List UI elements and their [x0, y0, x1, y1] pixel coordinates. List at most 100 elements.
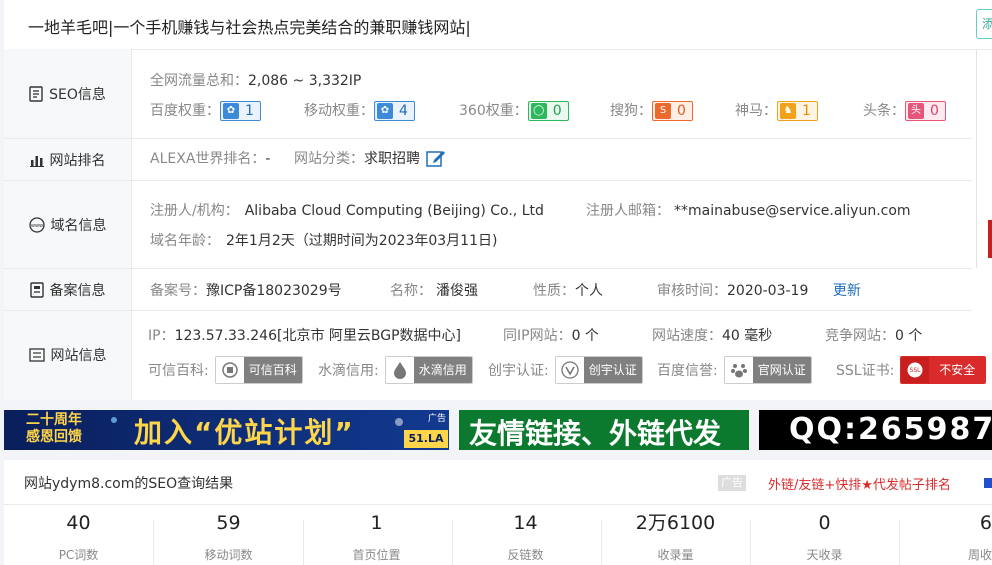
cred-badge[interactable]: 创宇认证	[554, 356, 643, 384]
cred-badge[interactable]: 水滴信用	[384, 356, 473, 384]
stat-value: 14	[513, 512, 538, 534]
update-link[interactable]: 更新	[833, 283, 861, 299]
cred-label: 百度信誉:	[657, 363, 718, 379]
email-label: 注册人邮箱：	[586, 203, 670, 219]
weight-label: 移动权重：	[304, 103, 374, 119]
weight-badge[interactable]: ◯ 0	[527, 101, 569, 121]
speed-label: 网站速度：	[652, 328, 722, 344]
compete-value: 0 个	[895, 328, 923, 344]
alexa-label: ALEXA世界排名：	[150, 151, 266, 167]
results-title: 网站ydym8.com的SEO查询结果	[24, 476, 234, 492]
ad-banner-youzhan[interactable]: 二十周年 感恩回馈 加入“优站计划” 广告 51.LA	[4, 410, 449, 450]
icp-name-value: 潘俊强	[436, 283, 478, 299]
stat-indexed[interactable]: 2万6100 收录量	[601, 506, 750, 563]
weight-label: 神马：	[735, 103, 777, 119]
category-value: 求职招聘	[364, 151, 420, 167]
sogou-weight: 搜狗： S 0	[610, 100, 693, 121]
toutiao-weight: 头条：头 0	[863, 100, 946, 121]
icp-name-label: 名称：	[390, 283, 432, 299]
speed-value: 40 毫秒	[722, 328, 773, 344]
weight-badge[interactable]: ♞ 1	[777, 101, 818, 121]
record-icon	[29, 282, 44, 298]
weight-value: 0	[930, 103, 939, 119]
ip-field: IP：123.57.33.246[北京市 阿里云BGP数据中心]	[148, 325, 461, 345]
cred-label: 水滴信用:	[318, 363, 379, 379]
360-icon: ◯	[530, 103, 547, 119]
shenma-icon: ♞	[780, 103, 796, 119]
registrant-label: 注册人/机构：	[150, 203, 239, 219]
ad-banner-qq[interactable]: QQ:265987	[759, 410, 992, 450]
traffic-value: 2,086 ~ 3,332IP	[248, 73, 362, 89]
stat-pc-keywords[interactable]: 40 PC词数	[4, 506, 153, 563]
divider	[4, 268, 972, 269]
weight-badge[interactable]: S0	[652, 101, 693, 121]
stat-value: 40	[66, 512, 91, 534]
registrant-value: Alibaba Cloud Computing (Beijing) Co., L…	[244, 203, 544, 219]
alexa-field: ALEXA世界排名：-	[150, 148, 270, 168]
stat-label: 首页位置	[352, 548, 401, 562]
cred-badge[interactable]: 官网认证	[723, 356, 812, 384]
results-ad-tag: 广告	[718, 475, 746, 491]
divider	[4, 138, 972, 139]
cred-badge[interactable]: 可信百科	[214, 356, 303, 384]
cred-badge-text: 不安全	[929, 357, 986, 383]
weight-badge[interactable]: 头0	[905, 101, 946, 121]
cred-badge-text: 可信百科	[243, 357, 302, 383]
baidu-weight: 百度权重： ✿ 1	[150, 100, 261, 121]
weight-value: 1	[245, 103, 254, 119]
cred-chuangyu: 创宇认证: 创宇认证	[488, 356, 643, 384]
add-button[interactable]: 添	[976, 9, 992, 39]
shield-v-icon	[555, 357, 584, 383]
weight-label: 头条：	[863, 103, 905, 119]
cred-ssl: SSL证书: SSL 不安全	[836, 356, 987, 384]
same-ip-field: 同IP网站：0 个	[503, 325, 599, 345]
divider	[976, 50, 977, 268]
section-label-text: 网站信息	[50, 348, 107, 364]
stat-label: 移动词数	[204, 548, 253, 562]
cred-trust: 可信百科: 可信百科	[148, 356, 303, 384]
drop-icon	[385, 357, 414, 383]
stat-mobile-keywords[interactable]: 59 移动词数	[154, 506, 303, 563]
traffic-label: 全网流量总和：	[150, 73, 248, 89]
traffic-field: 全网流量总和：2,086 ~ 3,332IP	[150, 70, 361, 90]
domain-age-label: 域名年龄：	[150, 233, 220, 249]
page-title: 一地羊毛吧|一个手机赚钱与社会热点完美结合的兼职赚钱网站|	[28, 18, 471, 37]
paw-icon	[724, 357, 753, 383]
mobile-weight: 移动权重： ✿ 4	[304, 100, 415, 121]
divider	[4, 180, 972, 181]
section-label-text: 网站排名	[49, 153, 106, 169]
cred-badge[interactable]: SSL 不安全	[900, 356, 987, 384]
cred-badge-text: 官网认证	[752, 357, 811, 383]
ad-banner-links[interactable]: 友情链接、外链代发	[459, 410, 749, 450]
stat-day-indexed[interactable]: 0 天收录	[750, 506, 899, 563]
stat-label: PC词数	[58, 548, 99, 562]
icp-type-value: 个人	[575, 283, 603, 299]
icp-number-value: 豫ICP备18023029号	[206, 283, 342, 299]
ad-tag: 广告	[428, 414, 447, 424]
edit-icon[interactable]	[426, 149, 446, 167]
stat-label: 收录量	[657, 548, 694, 562]
weight-badge[interactable]: ✿ 4	[374, 101, 415, 121]
section-label-text: 域名信息	[50, 218, 107, 234]
weight-value: 0	[552, 103, 562, 119]
stat-backlinks[interactable]: 14 反链数	[451, 506, 600, 563]
stat-home-position[interactable]: 1 首页位置	[302, 506, 451, 563]
icp-type-label: 性质：	[533, 283, 575, 299]
stat-label: 周收	[967, 548, 992, 562]
cred-label: 创宇认证:	[488, 363, 549, 379]
site-info-panel: 一地羊毛吧|一个手机赚钱与社会热点完美结合的兼职赚钱网站| 添 SEO信息 网站…	[4, 0, 992, 400]
seo-results-panel: 网站ydym8.com的SEO查询结果 广告 外链/友链+快排★代发帖子排名 4…	[4, 460, 992, 565]
weight-badge[interactable]: ✿ 1	[220, 101, 261, 121]
icp-audit-label: 审核时间：	[657, 283, 727, 299]
title-row: 一地羊毛吧|一个手机赚钱与社会热点完美结合的兼职赚钱网站| 添	[4, 0, 992, 50]
stat-value: 6	[979, 512, 992, 534]
icp-type-field: 性质：个人	[533, 280, 603, 300]
ad-main-text: 加入“优站计划”	[134, 416, 355, 449]
weight-label: 360权重：	[459, 103, 528, 119]
paw-icon: ✿	[377, 103, 393, 119]
section-label-domain: www 域名信息	[4, 211, 131, 239]
cred-drop: 水滴信用: 水滴信用	[318, 356, 473, 384]
stat-week-indexed[interactable]: 6 周收	[900, 506, 992, 563]
shenma-weight: 神马： ♞ 1	[735, 100, 818, 121]
results-ad-link[interactable]: 外链/友链+快排★代发帖子排名	[768, 474, 951, 493]
